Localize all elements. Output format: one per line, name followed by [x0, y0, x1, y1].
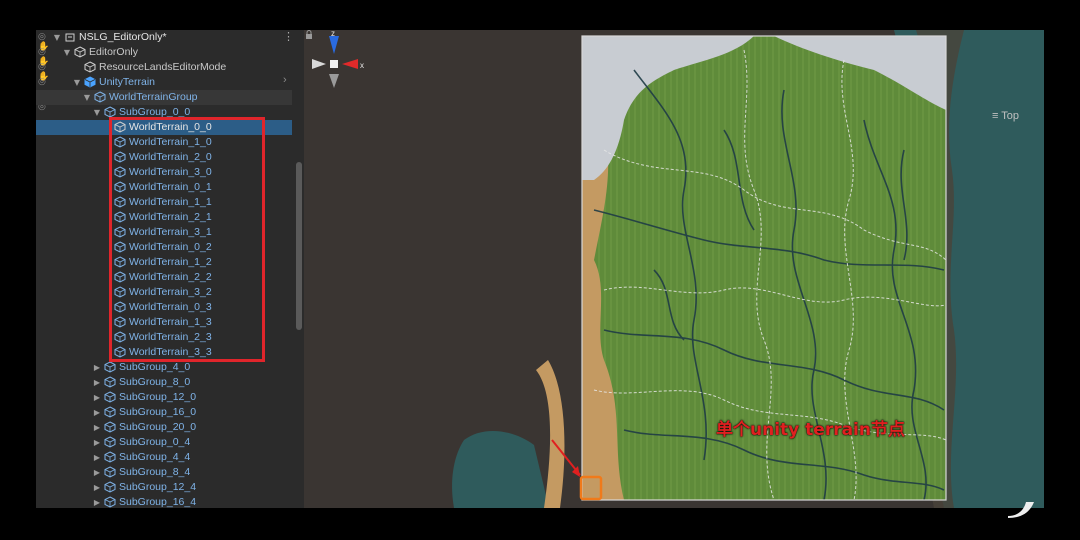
scene-view[interactable]: z x ≡ Top 单个unity terrain节点 [304, 30, 1044, 508]
terrain-map [304, 30, 1044, 508]
scrollbar-thumb[interactable] [296, 162, 302, 330]
hierarchy-item-label: SubGroup_0_4 [119, 436, 191, 448]
gameobject-cube-icon [84, 61, 96, 73]
x-axis-cone [342, 59, 358, 69]
gameobject-cube-icon [104, 376, 116, 388]
gameobject-cube-icon [84, 76, 96, 88]
neg-z-axis-cone [329, 74, 339, 88]
gameobject-cube-icon [104, 406, 116, 418]
expand-right-icon[interactable]: ▶ [92, 375, 102, 390]
annotation-label: 单个unity terrain节点 [716, 420, 905, 440]
gameobject-cube-icon [104, 391, 116, 403]
editor-frame: ◎ ✋ ◎ ✋ ◎ ✋ ◎ ◎ ◎ ▼NSLG_EditorOnly*▼Edit… [36, 30, 1044, 508]
gameobject-cube-icon [104, 481, 116, 493]
hierarchy-item-subgroup[interactable]: ▶ SubGroup_8_0 [36, 375, 304, 390]
hierarchy-item-label: SubGroup_16_0 [119, 406, 197, 418]
hierarchy-panel: ◎ ✋ ◎ ✋ ◎ ✋ ◎ ◎ ◎ ▼NSLG_EditorOnly*▼Edit… [36, 30, 304, 508]
gameobject-cube-icon [104, 436, 116, 448]
hierarchy-item-subgroup[interactable]: ▶ SubGroup_4_0 [36, 360, 304, 375]
hierarchy-item-subgroup[interactable]: ▶ SubGroup_12_0 [36, 390, 304, 405]
expand-right-icon[interactable]: ▶ [92, 360, 102, 375]
hierarchy-item-label: SubGroup_12_4 [119, 481, 197, 493]
gameobject-cube-icon [74, 46, 86, 58]
expand-right-icon[interactable]: ▶ [92, 465, 102, 480]
annotation-highlight-box [109, 117, 265, 362]
svg-text:z: z [331, 30, 335, 38]
expand-right-icon[interactable]: ▶ [92, 480, 102, 495]
gameobject-cube-icon [104, 361, 116, 373]
hierarchy-item-subgroup[interactable]: ▶ SubGroup_12_4 [36, 480, 304, 495]
kebab-menu-icon[interactable]: ⋮ [283, 31, 294, 43]
expand-right-icon[interactable]: ▶ [92, 420, 102, 435]
hierarchy-item[interactable]: ▼ WorldTerrainGroup [36, 90, 304, 105]
hierarchy-item-subgroup[interactable]: ▶ SubGroup_20_0 [36, 420, 304, 435]
expand-right-icon[interactable]: ▶ [92, 405, 102, 420]
expand-down-icon[interactable]: ▼ [52, 30, 62, 45]
hierarchy-item-label: UnityTerrain [99, 76, 156, 88]
hierarchy-item[interactable]: ▼ UnityTerrain [36, 75, 304, 90]
gameobject-cube-icon [104, 451, 116, 463]
hierarchy-item-subgroup[interactable]: ▶ SubGroup_16_0 [36, 405, 304, 420]
expand-right-icon[interactable]: ▶ [92, 450, 102, 465]
hierarchy-item-label: SubGroup_8_4 [119, 466, 191, 478]
hierarchy-item-label: EditorOnly [89, 46, 139, 58]
hierarchy-item[interactable]: ▼ EditorOnly [36, 45, 304, 60]
z-axis-cone [329, 36, 339, 54]
expand-right-icon[interactable]: ▶ [92, 435, 102, 450]
hierarchy-item-subgroup[interactable]: ▶ SubGroup_0_4 [36, 435, 304, 450]
corner-mark [1008, 502, 1034, 518]
expand-right-icon[interactable]: ▶ [92, 495, 102, 508]
hierarchy-item-label: ResourceLandsEditorMode [99, 61, 227, 73]
gameobject-cube-icon [104, 466, 116, 478]
expand-down-icon[interactable]: ▼ [82, 90, 92, 105]
hierarchy-item-subgroup[interactable]: ▶ SubGroup_16_4 [36, 495, 304, 508]
hierarchy-item[interactable]: ▼ NSLG_EditorOnly* [36, 30, 304, 45]
hierarchy-item-subgroup[interactable]: ▶ SubGroup_8_4 [36, 465, 304, 480]
gizmo-center-cube [330, 60, 338, 68]
gameobject-cube-icon [104, 421, 116, 433]
hierarchy-item[interactable]: ResourceLandsEditorMode [36, 60, 304, 75]
hierarchy-item-label: SubGroup_8_0 [119, 376, 191, 388]
hierarchy-item-label: SubGroup_12_0 [119, 391, 197, 403]
lock-icon[interactable] [304, 30, 314, 40]
gameobject-cube-icon [104, 496, 116, 508]
neg-x-axis-cone [312, 59, 326, 69]
hierarchy-item-label: NSLG_EditorOnly* [79, 31, 167, 43]
hierarchy-item-subgroup[interactable]: ▶ SubGroup_4_4 [36, 450, 304, 465]
hierarchy-item-label: SubGroup_16_4 [119, 496, 197, 508]
expand-right-icon[interactable]: ▶ [92, 390, 102, 405]
hierarchy-item-label: SubGroup_4_4 [119, 451, 191, 463]
gameobject-cube-icon [94, 91, 106, 103]
expand-down-icon[interactable]: ▼ [92, 105, 102, 120]
view-mode-label[interactable]: ≡ Top [992, 110, 1019, 122]
expand-down-icon[interactable]: ▼ [62, 45, 72, 60]
chevron-right-icon[interactable]: › [283, 74, 291, 86]
svg-text:x: x [360, 61, 364, 70]
hierarchy-item-label: WorldTerrainGroup [109, 91, 198, 103]
expand-down-icon[interactable]: ▼ [72, 75, 82, 90]
scene-icon [65, 33, 75, 42]
orientation-gizmo[interactable]: z x [304, 30, 364, 120]
hierarchy-item-label: SubGroup_20_0 [119, 421, 197, 433]
hierarchy-item-label: SubGroup_4_0 [119, 361, 191, 373]
